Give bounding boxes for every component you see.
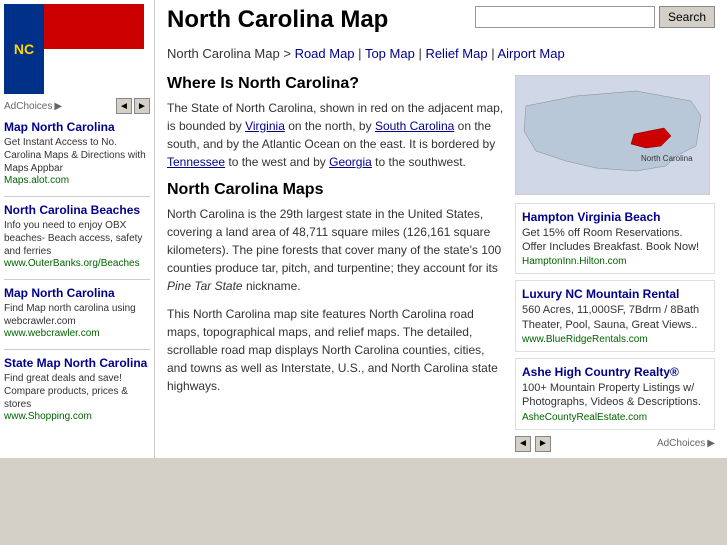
ad-card-2-title[interactable]: Luxury NC Mountain Rental — [522, 287, 708, 301]
ad-card-2: Luxury NC Mountain Rental 560 Acres, 11,… — [515, 280, 715, 352]
sidebar-prev-button[interactable]: ◄ — [116, 98, 132, 114]
sidebar-section-2: North Carolina Beaches Info you need to … — [4, 203, 150, 269]
search-button[interactable]: Search — [659, 6, 715, 28]
virginia-link[interactable]: Virginia — [245, 119, 285, 133]
sidebar-section-2-url: www.OuterBanks.org/Beaches — [4, 258, 150, 269]
sidebar-section-4-url: www.Shopping.com — [4, 411, 150, 422]
section1-title: Where Is North Carolina? — [167, 75, 505, 93]
section1-text4: to the west and by — [225, 155, 329, 169]
search-bar: Search — [475, 6, 715, 28]
sidebar-section-3-title[interactable]: Map North Carolina — [4, 286, 150, 300]
sidebar-section-1-url: Maps.alot.com — [4, 175, 150, 186]
ad-card-3: Ashe High Country Realty® 100+ Mountain … — [515, 358, 715, 430]
ad-card-2-url: www.BlueRidgeRentals.com — [522, 334, 708, 345]
sidebar-section-3-text: Find Map north carolina using webcrawler… — [4, 302, 150, 328]
bottom-ad-choices-icon: ▶ — [707, 438, 715, 449]
nav-link-reliefmap[interactable]: Relief Map — [425, 46, 487, 61]
nav-separator-1: | — [358, 46, 365, 61]
ads-next-button[interactable]: ► — [535, 436, 551, 452]
sidebar-section-3: Map North Carolina Find Map north caroli… — [4, 286, 150, 339]
ad-card-2-link[interactable]: Luxury NC Mountain Rental — [522, 287, 679, 301]
flag-blue-bar: NC — [4, 4, 44, 94]
breadcrumb-text: North Carolina Map — [167, 46, 280, 61]
nav-link-roadmap[interactable]: Road Map — [295, 46, 355, 61]
right-panel: North Carolina Hampton Virginia Beach Ge… — [515, 75, 715, 452]
ad-card-1-title[interactable]: Hampton Virginia Beach — [522, 210, 708, 224]
section1-text5: to the southwest. — [372, 155, 466, 169]
sidebar-section-4-title[interactable]: State Map North Carolina — [4, 356, 150, 370]
nc-map-image: North Carolina — [515, 75, 710, 195]
sidebar: NC AdChoices ▶ ◄ ► Map North Carolina Ge… — [0, 0, 155, 458]
ad-card-3-text: 100+ Mountain Property Listings w/ Photo… — [522, 381, 708, 410]
sidebar-section-3-url: www.webcrawler.com — [4, 328, 150, 339]
sidebar-divider-3 — [4, 349, 150, 350]
sidebar-section-4: State Map North Carolina Find great deal… — [4, 356, 150, 422]
sidebar-section-2-title[interactable]: North Carolina Beaches — [4, 203, 150, 217]
ad-card-2-text: 560 Acres, 11,000SF, 7Bdrm / 8Bath Theat… — [522, 303, 708, 332]
bottom-ad-choices: AdChoices ▶ — [657, 438, 715, 449]
section3-paragraph: This North Carolina map site features No… — [167, 305, 505, 395]
ad-card-1-link[interactable]: Hampton Virginia Beach — [522, 210, 660, 224]
sidebar-section-2-text: Info you need to enjoy OBX beaches- Beac… — [4, 219, 150, 258]
ads-prev-button[interactable]: ◄ — [515, 436, 531, 452]
nav-link-airportmap[interactable]: Airport Map — [497, 46, 564, 61]
ad-choices-label: AdChoices — [4, 101, 52, 112]
bottom-ad-choices-label: AdChoices — [657, 438, 705, 449]
main-content: North Carolina Map Search North Carolina… — [155, 0, 727, 458]
ad-card-3-link[interactable]: Ashe High Country Realty® — [522, 365, 679, 379]
state-flag: NC — [4, 4, 144, 94]
section2-text2: nickname. — [243, 279, 301, 293]
ad-card-3-url: AsheCountyRealEstate.com — [522, 412, 708, 423]
ad-choices-bar: AdChoices ▶ ◄ ► — [4, 98, 150, 114]
ad-card-1: Hampton Virginia Beach Get 15% off Room … — [515, 203, 715, 275]
sidebar-nav-arrows[interactable]: ◄ ► — [116, 98, 150, 114]
south-carolina-link[interactable]: South Carolina — [375, 119, 454, 133]
content-area: Where Is North Carolina? The State of No… — [167, 75, 715, 452]
bottom-ad-nav: ◄ ► AdChoices ▶ — [515, 436, 715, 452]
ad-card-1-text: Get 15% off Room Reservations. Offer Inc… — [522, 226, 708, 255]
section2-title: North Carolina Maps — [167, 181, 505, 199]
section1-text2: on the north, by — [285, 119, 375, 133]
sidebar-section-1-text: Get Instant Access to No. Carolina Maps … — [4, 136, 150, 175]
ad-card-1-url: HamptonInn.Hilton.com — [522, 256, 708, 267]
sidebar-section-1: Map North Carolina Get Instant Access to… — [4, 120, 150, 186]
sidebar-section-4-text: Find great deals and save! Compare produ… — [4, 372, 150, 411]
tennessee-link[interactable]: Tennessee — [167, 155, 225, 169]
nav-links: North Carolina Map > Road Map | Top Map … — [167, 44, 715, 65]
section1-paragraph: The State of North Carolina, shown in re… — [167, 99, 505, 171]
section2-paragraph: North Carolina is the 29th largest state… — [167, 205, 505, 295]
nav-link-topmap[interactable]: Top Map — [365, 46, 415, 61]
search-input[interactable] — [475, 6, 655, 28]
svg-text:North Carolina: North Carolina — [641, 154, 693, 163]
map-svg: North Carolina — [516, 76, 710, 195]
page-title: North Carolina Map — [167, 6, 388, 34]
section2-text1: North Carolina is the 29th largest state… — [167, 207, 501, 275]
georgia-link[interactable]: Georgia — [329, 155, 372, 169]
nickname-text: Pine Tar State — [167, 279, 243, 293]
flag-nc-text: NC — [14, 41, 34, 57]
sidebar-next-button[interactable]: ► — [134, 98, 150, 114]
ad-choices-triangle: ▶ — [54, 101, 62, 112]
breadcrumb-separator: > — [283, 46, 294, 61]
sidebar-divider-1 — [4, 196, 150, 197]
text-area: Where Is North Carolina? The State of No… — [167, 75, 505, 452]
ad-card-3-title[interactable]: Ashe High Country Realty® — [522, 365, 708, 379]
sidebar-section-1-title[interactable]: Map North Carolina — [4, 120, 150, 134]
sidebar-divider-2 — [4, 279, 150, 280]
